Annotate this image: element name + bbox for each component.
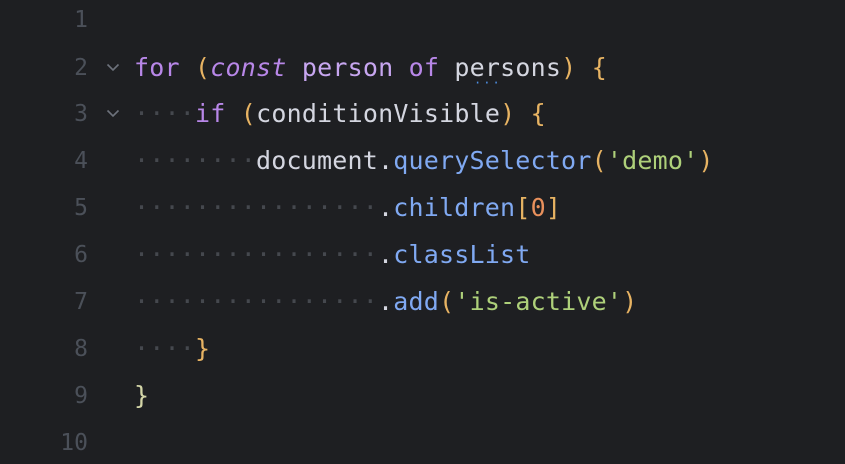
dot-token: . [378, 240, 394, 269]
line-number: 1 [74, 7, 88, 33]
paren-token: ) [622, 287, 638, 316]
paren-token: ( [439, 287, 455, 316]
property-token: classList [393, 240, 531, 269]
identifier-token: persons [454, 53, 562, 82]
paren-token: ) [698, 146, 714, 175]
dot-token: . [378, 287, 394, 316]
variable-token: person [301, 53, 394, 82]
editor-line-3[interactable]: 3 ····if (conditionVisible) { [0, 96, 845, 132]
identifier-token: document [256, 146, 379, 175]
line-code[interactable]: ················.classList [134, 237, 531, 273]
identifier-token: conditionVisible [256, 99, 501, 128]
line-number: 5 [74, 195, 88, 221]
editor-line-2[interactable]: 2 for (const person of persons) { ··· [0, 50, 845, 90]
method-token: querySelector [393, 146, 592, 175]
property-token: children [393, 193, 516, 222]
whitespace-dots: ···· [134, 334, 196, 363]
line-code[interactable]: ········document.querySelector('demo') [134, 143, 714, 179]
line-code[interactable]: ················.add('is-active') [134, 284, 637, 320]
line-number: 4 [74, 148, 88, 174]
line-code[interactable]: ················.children[0] [134, 190, 561, 226]
keyword-token: for [134, 53, 180, 82]
typo-underline-icon: ··· [474, 76, 502, 90]
line-number: 2 [74, 55, 88, 81]
keyword-token: if [195, 99, 226, 128]
string-token: 'demo' [606, 146, 699, 175]
number-token: 0 [530, 193, 546, 222]
paren-token: ( [240, 99, 257, 128]
line-number: 6 [74, 242, 88, 268]
string-token: 'is-active' [454, 287, 623, 316]
paren-token: ( [195, 53, 211, 82]
line-code[interactable]: ····} [134, 331, 210, 367]
line-number: 3 [74, 101, 88, 127]
bracket-token: ] [545, 193, 562, 222]
editor-line-9[interactable]: 9 } [0, 378, 845, 414]
whitespace-dots: ················ [134, 287, 379, 316]
brace-token: } [195, 334, 211, 363]
editor-line-4[interactable]: 4 ········document.querySelector('demo') [0, 143, 845, 179]
line-number: 9 [74, 383, 88, 409]
whitespace-dots: ················ [134, 240, 379, 269]
brace-token: } [134, 381, 150, 410]
editor-line-5[interactable]: 5 ················.children[0] [0, 190, 845, 226]
method-token: add [393, 287, 440, 316]
editor-line-10[interactable]: 10 [0, 425, 845, 461]
brace-token: { [591, 53, 607, 82]
keyword-token: of [408, 53, 440, 82]
editor-line-7[interactable]: 7 ················.add('is-active') [0, 284, 845, 320]
line-number: 10 [60, 430, 88, 456]
editor-line-6[interactable]: 6 ················.classList [0, 237, 845, 273]
editor-line-1[interactable]: 1 [0, 2, 845, 38]
paren-token: ) [500, 99, 516, 128]
line-code[interactable]: for (const person of persons) { [134, 50, 607, 86]
line-number: 8 [74, 336, 88, 362]
line-code[interactable]: } [134, 378, 149, 414]
line-code[interactable]: ····if (conditionVisible) { [134, 96, 546, 132]
fold-chevron-down-icon[interactable] [106, 60, 120, 74]
paren-token: ) [561, 53, 577, 82]
dot-token: . [378, 193, 394, 222]
line-number: 7 [74, 289, 88, 315]
fold-chevron-down-icon[interactable] [106, 106, 120, 120]
whitespace-dots: ········ [134, 146, 257, 175]
brace-token: { [530, 99, 546, 128]
whitespace-dots: ················ [134, 193, 379, 222]
dot-token: . [378, 146, 394, 175]
bracket-token: [ [515, 193, 531, 222]
whitespace-dots: ···· [134, 99, 196, 128]
paren-token: ( [591, 146, 607, 175]
code-editor[interactable]: 1 2 for (const person of persons) { ··· … [0, 0, 845, 464]
editor-line-8[interactable]: 8 ····} [0, 331, 845, 367]
keyword-token: const [210, 53, 287, 82]
